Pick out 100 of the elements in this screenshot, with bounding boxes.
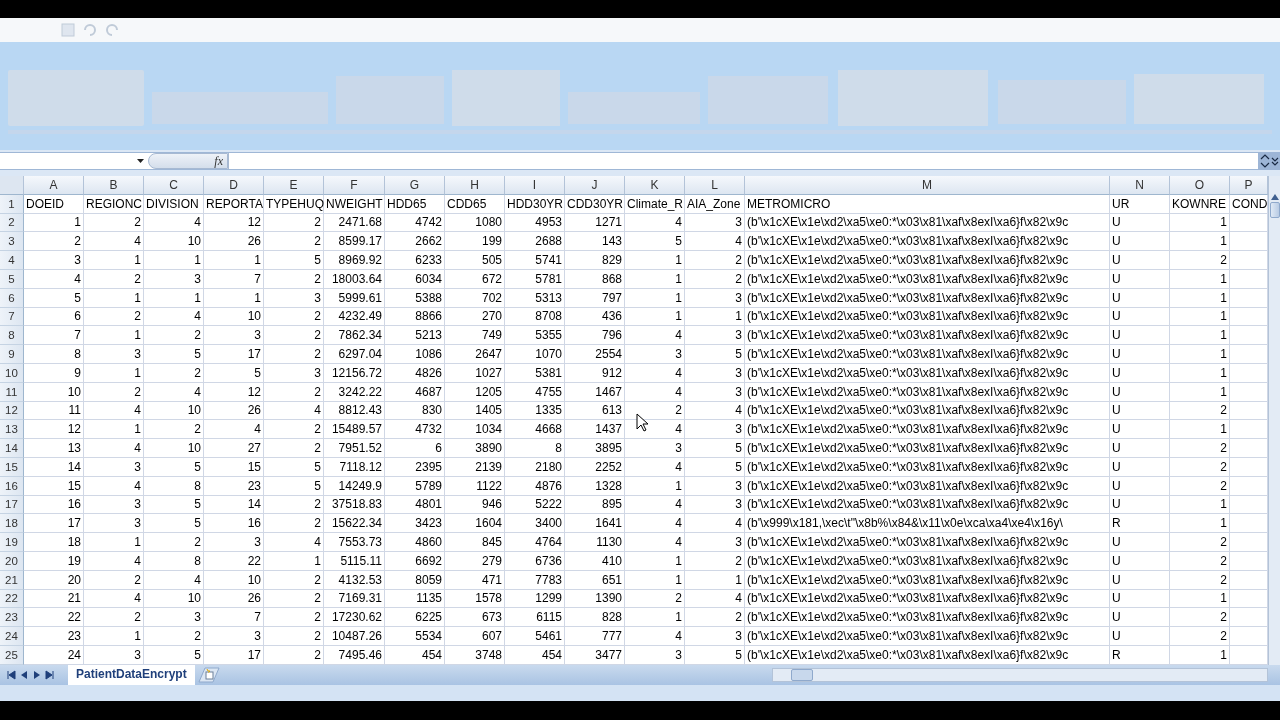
table-cell: 2 <box>264 420 324 440</box>
undo-icon[interactable] <box>82 22 98 38</box>
table-cell: 3 <box>84 514 144 534</box>
row-header[interactable]: 24 <box>0 627 24 646</box>
table-cell: 2 <box>264 627 324 646</box>
scroll-thumb[interactable] <box>1269 202 1280 218</box>
table-cell: 672 <box>445 270 505 289</box>
row-header[interactable]: 23 <box>0 608 24 628</box>
horizontal-scrollbar[interactable] <box>772 667 1268 682</box>
column-header[interactable]: C <box>144 176 204 195</box>
table-cell: 4 <box>204 420 264 440</box>
row-header[interactable]: 3 <box>0 232 24 252</box>
column-header[interactable]: G <box>385 176 445 195</box>
table-cell: 8 <box>144 476 204 496</box>
new-sheet-icon[interactable] <box>196 666 221 683</box>
save-icon[interactable] <box>60 22 76 38</box>
table-cell: (b'\x1cXE\x1e\xd2\xa5\xe0:*\x03\x81\xaf\x8exI\xa6}f\x82\x9c <box>745 232 1110 252</box>
column-header[interactable]: P <box>1230 176 1268 195</box>
table-cell: 26 <box>204 589 264 609</box>
table-cell: 4 <box>625 495 685 515</box>
table-cell: 5781 <box>505 270 565 289</box>
table-cell: 3 <box>204 533 264 552</box>
table-cell: (b'\x1cXE\x1e\xd2\xa5\xe0:*\x03\x81\xaf\x8exI\xa6}f\x82\x9c <box>745 213 1110 233</box>
table-cell: 1437 <box>565 420 625 440</box>
table-cell: 5381 <box>505 363 565 383</box>
table-cell: 1 <box>204 251 264 270</box>
last-sheet-icon[interactable] <box>45 669 55 680</box>
table-cell: 4801 <box>385 495 445 515</box>
table-cell: HDD65 <box>385 194 445 214</box>
table-cell: (b'\x1cXE\x1e\xd2\xa5\xe0:*\x03\x81\xaf\x8exI\xa6}f\x82\x9c <box>745 589 1110 609</box>
table-cell: 4755 <box>505 382 565 402</box>
table-cell: 946 <box>445 495 505 515</box>
table-cell: 5115.11 <box>324 551 385 571</box>
table-cell: 6233 <box>385 251 445 270</box>
table-cell: 10 <box>204 570 264 590</box>
table-cell: 1 <box>1170 213 1230 233</box>
select-all-corner[interactable] <box>0 176 24 195</box>
table-cell: 3 <box>84 345 144 364</box>
table-cell: 2 <box>1170 401 1230 421</box>
table-cell: 454 <box>505 645 565 665</box>
next-sheet-icon[interactable] <box>32 669 42 680</box>
redo-icon[interactable] <box>104 22 120 38</box>
expand-formula-icon[interactable] <box>1258 152 1280 170</box>
table-cell: R <box>1110 645 1170 665</box>
table-cell: 4 <box>24 270 84 289</box>
function-label[interactable]: fx <box>214 153 223 169</box>
column-header[interactable]: J <box>565 176 625 195</box>
table-cell: (b'\x1cXE\x1e\xd2\xa5\xe0:*\x03\x81\xaf\x8exI\xa6}f\x82\x9c <box>745 627 1110 646</box>
table-cell: 27 <box>204 439 264 458</box>
table-cell: 143 <box>565 232 625 252</box>
column-header[interactable]: B <box>84 176 144 195</box>
table-cell: 2 <box>84 570 144 590</box>
table-cell: 1 <box>1170 495 1230 515</box>
column-header[interactable]: A <box>24 176 84 195</box>
table-cell: 3 <box>685 420 745 440</box>
table-cell: 5 <box>264 457 324 477</box>
column-header[interactable]: K <box>625 176 685 195</box>
table-cell: U <box>1110 232 1170 252</box>
dropdown-icon[interactable] <box>137 159 144 163</box>
scroll-up-icon[interactable] <box>1270 194 1279 200</box>
table-cell: (b'\x1cXE\x1e\xd2\xa5\xe0:*\x03\x81\xaf\x8exI\xa6}f\x82\x9c <box>745 495 1110 515</box>
column-header[interactable]: M <box>745 176 1110 195</box>
row-header[interactable]: 4 <box>0 251 24 270</box>
table-cell: 5 <box>685 439 745 458</box>
previous-sheet-icon[interactable] <box>19 669 29 680</box>
table-cell: 3 <box>84 495 144 515</box>
table-cell: 10 <box>144 439 204 458</box>
column-header[interactable]: O <box>1170 176 1230 195</box>
row-header[interactable]: 19 <box>0 533 24 552</box>
table-cell: 1328 <box>565 476 625 496</box>
table-cell: 1335 <box>505 401 565 421</box>
column-header[interactable]: E <box>264 176 324 195</box>
table-cell: U <box>1110 345 1170 364</box>
table-cell: 7495.46 <box>324 645 385 665</box>
row-header[interactable]: 18 <box>0 514 24 534</box>
row-header[interactable]: 14 <box>0 439 24 458</box>
table-cell: 796 <box>565 326 625 346</box>
row-header[interactable]: 8 <box>0 326 24 346</box>
table-cell: 4 <box>685 232 745 252</box>
first-sheet-icon[interactable] <box>6 669 16 680</box>
column-header[interactable]: D <box>204 176 264 195</box>
column-header[interactable]: I <box>505 176 565 195</box>
table-cell: R <box>1110 514 1170 534</box>
table-cell: 18003.64 <box>324 270 385 289</box>
row-header[interactable]: 13 <box>0 420 24 440</box>
table-cell: 12 <box>204 213 264 233</box>
table-cell: 7783 <box>505 570 565 590</box>
table-cell: (b'\x1cXE\x1e\xd2\xa5\xe0:*\x03\x81\xaf\x8exI\xa6}f\x82\x9c <box>745 401 1110 421</box>
table-cell: 2 <box>264 232 324 252</box>
table-cell: 1 <box>685 570 745 590</box>
table-cell: 4764 <box>505 533 565 552</box>
row-header[interactable]: 9 <box>0 345 24 364</box>
column-header[interactable]: L <box>685 176 745 195</box>
table-cell: 5 <box>625 232 685 252</box>
column-header[interactable]: N <box>1110 176 1170 195</box>
sheet-tab[interactable]: PatientDataEncrypt <box>68 664 195 685</box>
column-header[interactable]: H <box>445 176 505 195</box>
column-header[interactable]: F <box>324 176 385 195</box>
table-cell: 10 <box>144 401 204 421</box>
table-cell: 17 <box>204 345 264 364</box>
